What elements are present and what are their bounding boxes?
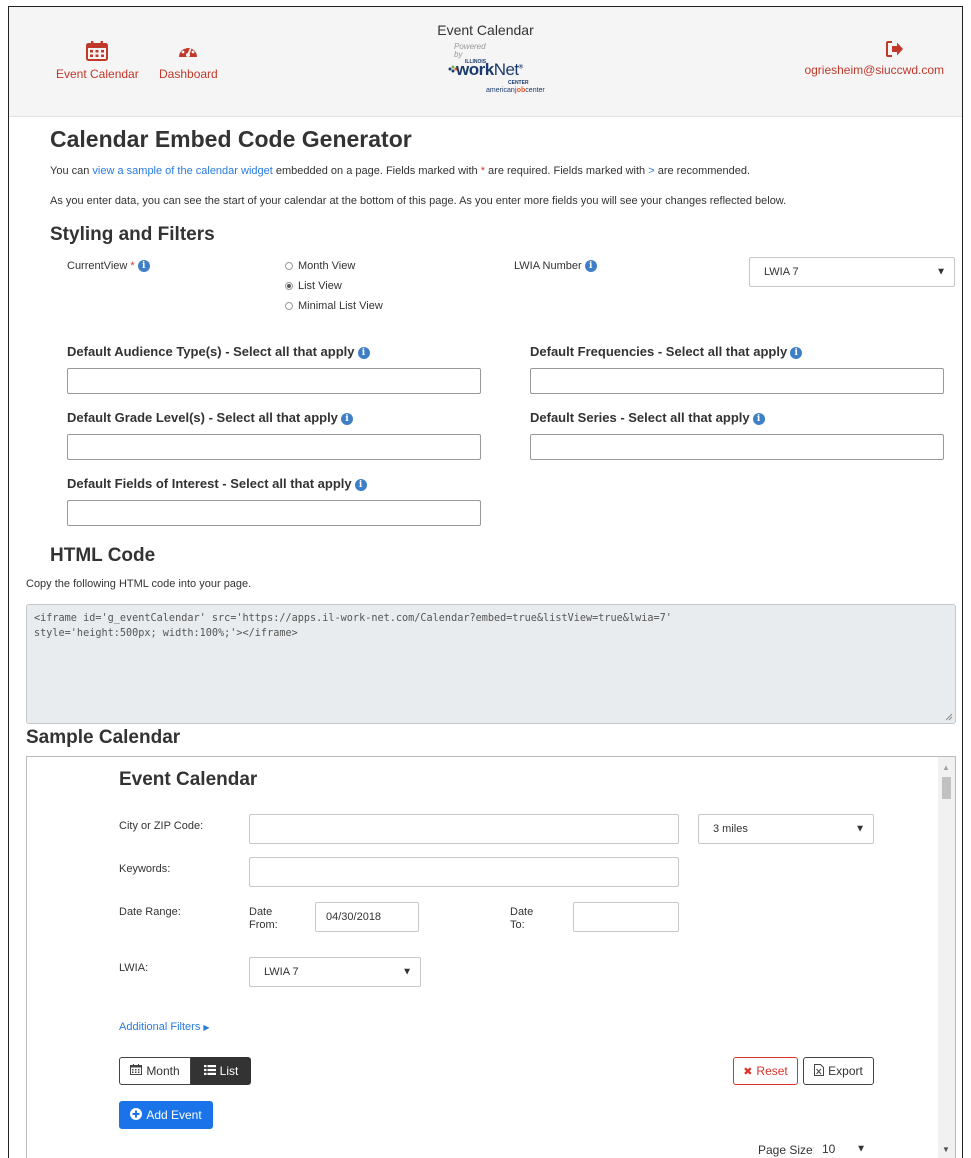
calendar-icon (130, 1064, 143, 1078)
fields-of-interest-input[interactable] (67, 500, 481, 526)
lwia-label: LWIA: (119, 962, 149, 974)
lwia-number-label: LWIA Number i (514, 260, 597, 273)
sample-widget-link[interactable]: view a sample of the calendar widget (92, 165, 272, 177)
caret-right-icon: ▶ (203, 1023, 210, 1032)
lwia-number-select[interactable]: LWIA 7 ▼ (749, 257, 955, 287)
audience-type-input[interactable] (67, 368, 481, 394)
nav-event-calendar[interactable]: Event Calendar (56, 41, 139, 81)
plus-circle-icon (130, 1107, 143, 1123)
illinois-worknet-logo: Powered by ILLINOIS workNet® CENTER ameri… (446, 41, 576, 99)
caret-down-icon: ▼ (936, 266, 946, 278)
sample-calendar-iframe: Event Calendar City or ZIP Code: 3 miles… (26, 756, 956, 1158)
lwia-select[interactable]: LWIA 7 ▼ (249, 957, 421, 987)
styling-heading: Styling and Filters (50, 224, 215, 245)
city-zip-input[interactable] (249, 814, 679, 844)
radio-button[interactable] (285, 302, 293, 310)
radio-button-selected[interactable] (285, 282, 293, 290)
caret-down-icon: ▼ (402, 966, 412, 978)
user-email: ogriesheim@siuccwd.com (804, 63, 944, 77)
embed-code-textarea[interactable]: <iframe id='g_eventCalendar' src='https:… (26, 604, 956, 724)
grade-level-input[interactable] (67, 434, 481, 460)
add-event-button[interactable]: Add Event (119, 1101, 213, 1129)
intro-paragraph-1: You can view a sample of the calendar wi… (50, 165, 751, 177)
grade-level-label: Default Grade Level(s) - Select all that… (67, 410, 353, 425)
file-excel-icon (814, 1063, 825, 1079)
html-code-heading: HTML Code (50, 545, 156, 566)
info-icon[interactable]: i (790, 346, 803, 359)
date-from-label: Date From: (249, 906, 278, 931)
header-title: Event Calendar (437, 22, 534, 38)
nav-dashboard-label: Dashboard (159, 67, 218, 81)
nav-user-logout[interactable]: ogriesheim@siuccwd.com (804, 41, 944, 77)
info-icon[interactable]: i (357, 346, 370, 359)
reset-button[interactable]: ✖ Reset (733, 1057, 798, 1085)
sample-calendar-title: Event Calendar (119, 769, 258, 790)
caret-down-icon: ▼ (855, 823, 865, 835)
resize-handle-icon[interactable] (945, 713, 953, 721)
date-range-label: Date Range: (119, 906, 181, 918)
info-icon[interactable]: i (340, 412, 353, 425)
caret-down-icon: ▼ (856, 1143, 866, 1155)
keywords-input[interactable] (249, 857, 679, 887)
list-icon (203, 1064, 216, 1078)
date-to-label: Date To: (510, 906, 534, 931)
info-icon[interactable]: i (354, 478, 367, 491)
sample-calendar-heading: Sample Calendar (26, 727, 181, 748)
sign-out-icon (886, 41, 904, 60)
export-button[interactable]: Export (803, 1057, 874, 1085)
additional-filters-link[interactable]: Additional Filters ▶ (119, 1021, 210, 1033)
nav-event-calendar-label: Event Calendar (56, 67, 139, 81)
info-icon[interactable]: i (752, 412, 765, 425)
nav-dashboard[interactable]: Dashboard (159, 41, 218, 81)
radio-month-view[interactable]: Month View (285, 260, 355, 272)
series-label: Default Series - Select all that apply i (530, 410, 765, 425)
scroll-down-arrow-icon[interactable]: ▼ (942, 1145, 950, 1154)
page-size-label: Page Size: (758, 1143, 817, 1157)
app-window: Event Calendar Dashboard Event Calendar … (8, 6, 963, 1158)
times-icon: ✖ (743, 1065, 753, 1078)
dashboard-gauge-icon (177, 41, 199, 64)
radio-list-view[interactable]: List View (285, 280, 342, 292)
scroll-up-arrow-icon[interactable]: ▲ (942, 763, 950, 772)
date-from-input[interactable]: 04/30/2018 (315, 902, 419, 932)
frequencies-input[interactable] (530, 368, 944, 394)
date-to-input[interactable] (573, 902, 679, 932)
html-code-instruction: Copy the following HTML code into your p… (26, 578, 252, 590)
audience-type-label: Default Audience Type(s) - Select all th… (67, 344, 370, 359)
page-title: Calendar Embed Code Generator (50, 126, 412, 152)
series-input[interactable] (530, 434, 944, 460)
info-icon[interactable]: i (584, 260, 597, 273)
city-zip-label: City or ZIP Code: (119, 820, 204, 832)
page-size-select[interactable]: 10 ▼ (814, 1135, 874, 1158)
distance-select[interactable]: 3 miles ▼ (698, 814, 874, 844)
fields-of-interest-label: Default Fields of Interest - Select all … (67, 476, 367, 491)
radio-button[interactable] (285, 262, 293, 270)
radio-minimal-list-view[interactable]: Minimal List View (285, 300, 383, 312)
month-view-button[interactable]: Month (119, 1057, 191, 1085)
top-header: Event Calendar Dashboard Event Calendar … (9, 7, 962, 117)
scrollbar-thumb[interactable] (942, 777, 951, 799)
frequencies-label: Default Frequencies - Select all that ap… (530, 344, 803, 359)
iframe-scrollbar[interactable]: ▲ ▼ (938, 757, 955, 1158)
current-view-label: CurrentView * i (67, 260, 150, 273)
intro-paragraph-2: As you enter data, you can see the start… (50, 195, 787, 207)
info-icon[interactable]: i (137, 260, 150, 273)
list-view-button[interactable]: List (191, 1057, 251, 1085)
calendar-icon (86, 41, 109, 64)
keywords-label: Keywords: (119, 863, 171, 875)
